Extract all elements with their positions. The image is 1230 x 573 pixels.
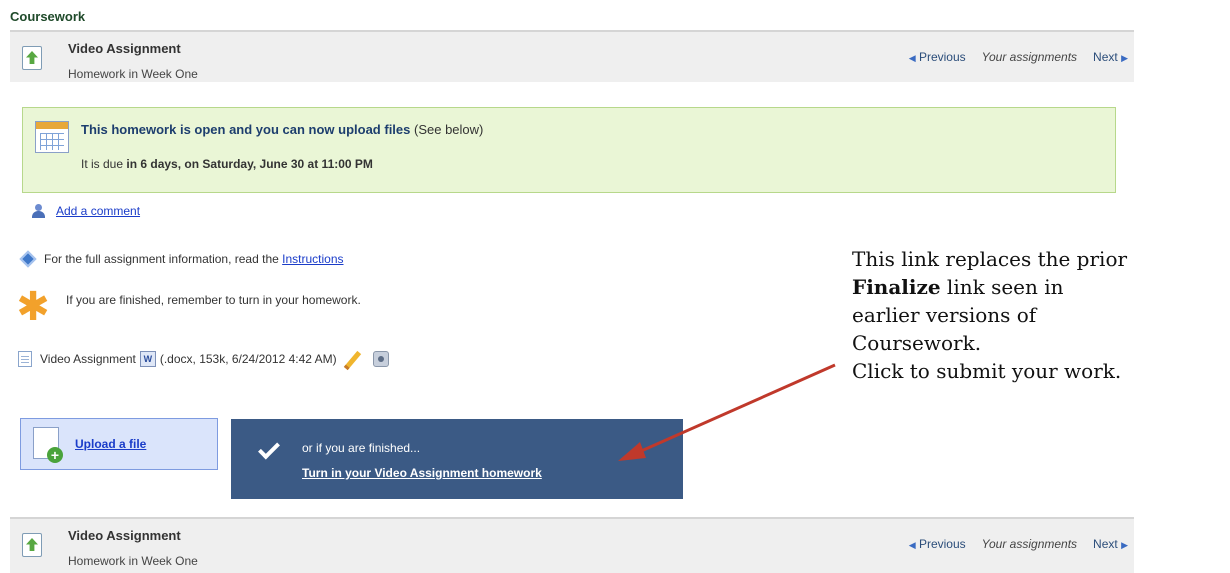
callout-line-2: Finalize link seen in — [852, 273, 1226, 301]
upload-file-link[interactable]: Upload a file — [75, 437, 146, 451]
assignment-title: Video Assignment — [68, 528, 181, 543]
callout-line-4: Coursework. — [852, 331, 982, 355]
finished-reminder: If you are finished, remember to turn in… — [66, 293, 361, 307]
your-assignments-link[interactable]: Your assignments — [982, 50, 1077, 64]
instructions-link[interactable]: Instructions — [282, 252, 343, 266]
file-row: Video Assignment W (.docx, 153k, 6/24/20… — [18, 350, 389, 368]
assignment-upload-icon — [22, 46, 42, 70]
pencil-edit-icon[interactable] — [343, 350, 361, 368]
assignment-nav: ◀ Previous Your assignments Next ▶ — [909, 50, 1128, 64]
assignment-header-bottom: Video Assignment Homework in Week One ◀ … — [10, 517, 1134, 573]
notice-headline-suffix: (See below) — [414, 122, 484, 137]
upload-file-icon: + — [33, 427, 63, 463]
document-icon — [18, 351, 32, 367]
your-assignments-link[interactable]: Your assignments — [982, 537, 1077, 551]
word-file-icon: W — [139, 351, 156, 367]
next-link[interactable]: Next ▶ — [1093, 50, 1128, 64]
assignment-header-top: Video Assignment Homework in Week One ◀ … — [10, 30, 1134, 82]
file-meta: (.docx, 153k, 6/24/2012 4:42 AM) — [159, 352, 337, 366]
assignment-subtitle: Homework in Week One — [68, 67, 198, 81]
chevron-right-icon: ▶ — [1121, 540, 1128, 550]
instructions-prefix: For the full assignment information, rea… — [44, 252, 279, 266]
turn-in-panel: or if you are finished... Turn in your V… — [231, 419, 683, 499]
assignment-nav: ◀ Previous Your assignments Next ▶ — [909, 537, 1128, 551]
checkmark-icon — [258, 437, 280, 460]
file-settings-icon[interactable] — [372, 351, 389, 367]
add-comment-row: Add a comment — [32, 203, 140, 219]
turn-in-homework-link[interactable]: Turn in your Video Assignment homework — [302, 466, 542, 480]
chevron-right-icon: ▶ — [1121, 53, 1128, 63]
annotation-callout: This link replaces the prior Finalize li… — [852, 245, 1226, 385]
callout-line-3: earlier versions of — [852, 303, 1037, 327]
notice-due: It is due in 6 days, on Saturday, June 3… — [81, 157, 373, 171]
upload-file-button[interactable]: + Upload a file — [20, 418, 218, 470]
previous-link[interactable]: ◀ Previous — [909, 50, 966, 64]
asterisk-star-icon: ✱ — [16, 284, 50, 330]
callout-line-2-rest: link seen in — [940, 275, 1064, 299]
next-label: Next — [1093, 50, 1118, 64]
previous-label: Previous — [918, 50, 966, 64]
assignment-upload-icon — [22, 533, 42, 557]
next-label: Next — [1093, 537, 1118, 551]
add-comment-link[interactable]: Add a comment — [56, 204, 140, 218]
callout-finalize: Finalize — [852, 275, 941, 299]
notice-headline-bold: This homework is open and you can now up… — [81, 122, 411, 137]
section-title: Coursework — [10, 9, 86, 24]
person-comment-icon — [32, 203, 48, 219]
due-prefix: It is due — [81, 157, 124, 171]
chevron-left-icon: ◀ — [908, 53, 916, 63]
next-link[interactable]: Next ▶ — [1093, 537, 1128, 551]
notice-headline: This homework is open and you can now up… — [81, 122, 483, 137]
instructions-row: For the full assignment information, rea… — [19, 250, 344, 268]
assignment-subtitle: Homework in Week One — [68, 554, 198, 568]
due-value: in 6 days, on Saturday, June 30 at 11:00… — [126, 157, 373, 171]
homework-open-notice: This homework is open and you can now up… — [22, 107, 1116, 193]
file-name[interactable]: Video Assignment — [40, 352, 136, 366]
info-diamond-icon — [19, 250, 37, 268]
assignment-title: Video Assignment — [68, 41, 181, 56]
calendar-icon — [35, 121, 69, 153]
previous-label: Previous — [918, 537, 966, 551]
callout-line-1: This link replaces the prior — [852, 247, 1128, 271]
turn-in-prefix: or if you are finished... — [302, 441, 421, 455]
callout-line-5: Click to submit your work. — [852, 359, 1122, 383]
previous-link[interactable]: ◀ Previous — [909, 537, 966, 551]
chevron-left-icon: ◀ — [908, 540, 916, 550]
